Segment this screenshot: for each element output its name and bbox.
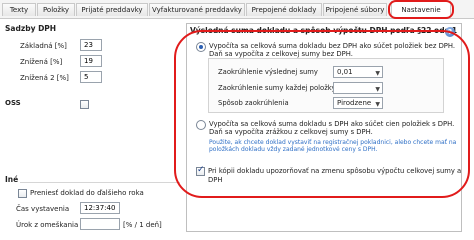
rounding-item-label: Zaokrúhlenie sumy každej položky <box>218 84 336 92</box>
other-title: Iné <box>5 175 19 184</box>
rounding-method-select[interactable]: Pirodzene ▼ <box>333 97 383 109</box>
rounding-item-select[interactable]: ▼ <box>333 82 383 94</box>
tab-pripojene-subory[interactable]: Pripojené súbory <box>323 3 387 16</box>
late-interest-input[interactable] <box>80 218 120 230</box>
rounding-total-label: Zaokrúhlenie výslednej sumy <box>218 68 318 76</box>
option-gross-sum-line2: Daň sa vypočíta zrážkou z celkovej sumy … <box>209 128 373 136</box>
chevron-down-icon: ▼ <box>375 101 380 108</box>
warn-on-copy-checkbox[interactable] <box>196 165 205 176</box>
vat-reduced-input[interactable] <box>80 55 102 67</box>
tab-nastavenie[interactable]: Nastavenie <box>391 1 451 18</box>
warn-on-copy-label: Pri kópii dokladu upozorňovať na zmenu s… <box>208 167 462 184</box>
sum-group-title: Výsledná suma dokladu a spôsob výpočtu D… <box>190 26 458 35</box>
chevron-down-icon: ▼ <box>375 86 380 93</box>
tab-vyfakturovane-preddavky[interactable]: Vyfakturované preddavky <box>149 3 245 16</box>
vat-base-input[interactable] <box>80 39 102 51</box>
time-label: Čas vystavenia <box>16 205 70 213</box>
rounding-total-select[interactable]: 0,01 ▼ <box>333 66 383 78</box>
option-gross-sum-radio[interactable] <box>196 120 206 130</box>
tab-prepojene-doklady[interactable]: Prepojené doklady <box>246 3 322 16</box>
transfer-label: Preniesť doklad do ďalšieho roka <box>30 189 144 197</box>
tab-texty[interactable]: Texty <box>2 3 36 16</box>
chevron-down-icon: ▼ <box>375 70 380 77</box>
tab-polozky[interactable]: Položky <box>37 3 75 16</box>
option-gross-note-line2: položkách dokladu vždy zadané jednotkové… <box>209 146 378 153</box>
vat-rates-title: Sadzby DPH <box>5 24 57 33</box>
oss-checkbox[interactable] <box>80 100 89 109</box>
late-interest-unit: [% / 1 deň] <box>123 221 162 229</box>
vat-base-label: Základná [%] <box>20 42 67 50</box>
vat-reduced-label: Znížená [%] <box>20 58 63 66</box>
transfer-checkbox[interactable] <box>18 189 27 198</box>
time-input[interactable] <box>80 202 120 214</box>
rounding-method-label: Spôsob zaokrúhlenia <box>218 99 289 107</box>
oss-label: OSS <box>5 99 21 107</box>
late-interest-label: Úrok z omeškania <box>16 221 79 229</box>
option-net-sum-radio[interactable] <box>196 42 206 52</box>
vat-reduced2-label: Znížená 2 [%] <box>20 74 69 82</box>
other-divider <box>20 182 180 183</box>
rounding-total-value: 0,01 <box>337 68 353 76</box>
tab-bar: Texty Položky Prijaté preddavky Vyfaktur… <box>0 0 474 19</box>
rounding-method-value: Pirodzene <box>337 99 372 107</box>
vat-reduced2-input[interactable] <box>80 71 102 83</box>
help-icon[interactable]: ? <box>445 27 455 37</box>
tab-prijate-preddavky[interactable]: Prijaté preddavky <box>76 3 148 16</box>
